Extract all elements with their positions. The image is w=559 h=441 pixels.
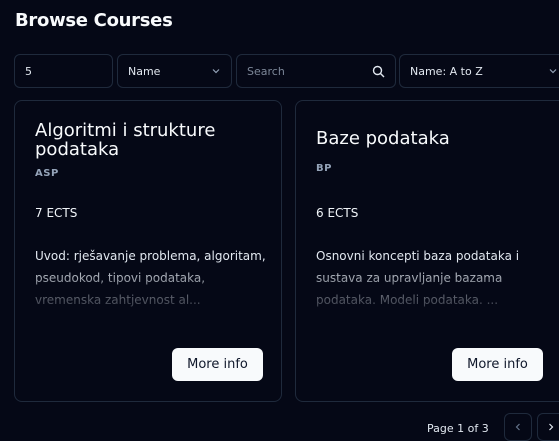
course-code: BP	[316, 163, 332, 174]
pagination-label: Page 1 of 3	[427, 422, 489, 435]
more-info-button[interactable]: More info	[452, 348, 543, 381]
next-page-button[interactable]	[537, 413, 559, 441]
course-code: ASP	[35, 168, 59, 179]
course-description: Osnovni koncepti baza podataka i sustava…	[316, 249, 520, 307]
chevron-right-icon	[549, 423, 554, 431]
search-field[interactable]	[236, 54, 396, 88]
sort-select-value: Name: A to Z	[410, 64, 483, 78]
course-card: Baze podataka BP 6 ECTS Osnovni koncepti…	[295, 100, 559, 402]
filter-bar: Name Name: A to Z	[14, 54, 559, 88]
page-title: Browse Courses	[15, 10, 173, 31]
field-select[interactable]: Name	[117, 54, 232, 88]
more-info-button[interactable]: More info	[172, 348, 263, 381]
course-title: Algoritmi i strukture podataka	[35, 120, 216, 160]
chevron-down-icon	[212, 69, 220, 74]
course-description: Uvod: rješavanje problema, algoritam, ps…	[35, 249, 266, 307]
chevron-down-icon	[549, 69, 557, 74]
field-select-value: Name	[128, 64, 161, 78]
course-title: Baze podataka	[316, 128, 450, 149]
chevron-left-icon	[515, 423, 520, 431]
previous-page-button[interactable]	[504, 413, 532, 441]
course-ects: 7 ECTS	[35, 206, 78, 220]
value-input-field[interactable]	[14, 54, 145, 88]
course-ects: 6 ECTS	[316, 206, 359, 220]
sort-select[interactable]: Name: A to Z	[399, 54, 559, 88]
search-input[interactable]	[247, 64, 367, 78]
search-icon[interactable]	[372, 65, 385, 78]
course-card: Algoritmi i strukture podataka ASP 7 ECT…	[14, 100, 282, 402]
